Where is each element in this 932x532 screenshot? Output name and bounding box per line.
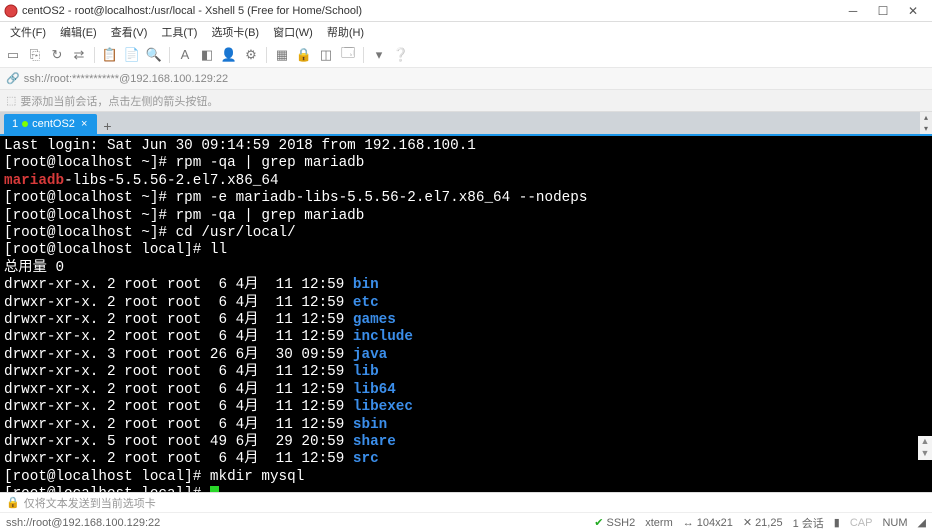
help-icon[interactable]: ❔ xyxy=(392,46,410,64)
tab-index: 1 xyxy=(12,118,18,130)
menu-tabs[interactable]: 选项卡(B) xyxy=(205,22,265,42)
minimize-button[interactable]: ─ xyxy=(838,1,868,21)
status-cap: CAP xyxy=(850,517,873,529)
term-scroll-up-icon[interactable]: ▲ xyxy=(918,436,932,448)
lock-small-icon[interactable]: 🔒 xyxy=(6,496,20,509)
font-icon[interactable]: A xyxy=(176,46,194,64)
toolbar-sep xyxy=(169,47,170,63)
toolbar: ▭ ⎘ ↻ ⇄ 📋 📄 🔍 A ◧ 👤 ⚙ ▦ 🔒 ◫ 🗔 ▾ ❔ xyxy=(0,42,932,68)
tab-add-button[interactable]: + xyxy=(103,118,111,134)
title-bar: centOS2 - root@localhost:/usr/local - Xs… xyxy=(0,0,932,22)
tab-label: centOS2 xyxy=(32,118,75,130)
send-bar: 🔒 仅将文本发送到当前选项卡 xyxy=(0,492,932,512)
status-bar: ssh://root@192.168.100.129:22 ✔ SSH2 xter… xyxy=(0,512,932,532)
new-session-icon[interactable]: ▭ xyxy=(4,46,22,64)
menu-help[interactable]: 帮助(H) xyxy=(321,22,370,42)
log-icon[interactable]: ◫ xyxy=(317,46,335,64)
tabstrip-scroll: ▴ ▾ xyxy=(920,112,932,134)
address-text: ssh://root:***********@192.168.100.129:2… xyxy=(24,73,228,85)
terminal-scroll: ▲ ▼ xyxy=(918,436,932,460)
color-icon[interactable]: ◧ xyxy=(198,46,216,64)
menu-edit[interactable]: 编辑(E) xyxy=(54,22,103,42)
screen-icon[interactable]: ▦ xyxy=(273,46,291,64)
dropdown-icon[interactable]: ▾ xyxy=(370,46,388,64)
arrow-icon[interactable]: ⬚ xyxy=(6,94,16,107)
toolbar-sep xyxy=(363,47,364,63)
status-num: NUM xyxy=(882,517,907,529)
menu-bar: 文件(F) 编辑(E) 查看(V) 工具(T) 选项卡(B) 窗口(W) 帮助(… xyxy=(0,22,932,42)
maximize-button[interactable]: ☐ xyxy=(868,1,898,21)
bar-icon: ▮ xyxy=(834,516,840,529)
transfer-icon[interactable]: ⇄ xyxy=(70,46,88,64)
hint-bar: ⬚ 要添加当前会话，点击左侧的箭头按钮。 xyxy=(0,90,932,112)
scroll-up-icon[interactable]: ▴ xyxy=(920,112,932,123)
status-sessions: 1 会话 xyxy=(793,515,824,531)
menu-file[interactable]: 文件(F) xyxy=(4,22,52,42)
close-button[interactable]: ✕ xyxy=(898,1,928,21)
app-icon xyxy=(4,4,18,18)
cursor-icon: ✕ xyxy=(743,516,752,529)
toolbar-sep xyxy=(266,47,267,63)
hint-text: 要添加当前会话，点击左侧的箭头按钮。 xyxy=(20,93,218,109)
lock-icon[interactable]: 🔒 xyxy=(295,46,313,64)
tab-session[interactable]: 1 centOS2 × xyxy=(4,114,97,134)
scroll-down-icon[interactable]: ▾ xyxy=(920,123,932,134)
status-connection: ssh://root@192.168.100.129:22 xyxy=(6,517,594,529)
search-icon[interactable]: 🔍 xyxy=(145,46,163,64)
send-note: 仅将文本发送到当前选项卡 xyxy=(24,495,156,511)
connected-icon xyxy=(22,121,28,127)
link-icon: 🔗 xyxy=(6,72,20,85)
term-scroll-down-icon[interactable]: ▼ xyxy=(918,448,932,460)
tab-strip: 1 centOS2 × + ▴ ▾ xyxy=(0,112,932,134)
address-bar[interactable]: 🔗 ssh://root:***********@192.168.100.129… xyxy=(0,68,932,90)
reconnect-icon[interactable]: ↻ xyxy=(48,46,66,64)
script-icon[interactable]: ⚙ xyxy=(242,46,260,64)
copy-icon[interactable]: 📋 xyxy=(101,46,119,64)
secure-icon: ✔ xyxy=(594,516,603,529)
open-icon[interactable]: ⎘ xyxy=(26,46,44,64)
terminal-output[interactable]: Last login: Sat Jun 30 09:14:59 2018 fro… xyxy=(0,134,932,492)
status-proto: SSH2 xyxy=(607,517,636,529)
profile-icon[interactable]: 👤 xyxy=(220,46,238,64)
menu-view[interactable]: 查看(V) xyxy=(105,22,154,42)
tab-close-icon[interactable]: × xyxy=(81,118,87,130)
paste-icon[interactable]: 📄 xyxy=(123,46,141,64)
plus-icon[interactable]: 🗔 xyxy=(339,46,357,64)
menu-tools[interactable]: 工具(T) xyxy=(155,22,203,42)
toolbar-sep xyxy=(94,47,95,63)
window-title: centOS2 - root@localhost:/usr/local - Xs… xyxy=(22,5,838,17)
size-icon: ↔ xyxy=(683,517,694,529)
status-cursor: 21,25 xyxy=(755,517,783,529)
resize-grip-icon[interactable]: ◢ xyxy=(918,516,926,529)
status-term: xterm xyxy=(645,517,673,529)
menu-window[interactable]: 窗口(W) xyxy=(267,22,319,42)
status-size: 104x21 xyxy=(697,517,733,529)
